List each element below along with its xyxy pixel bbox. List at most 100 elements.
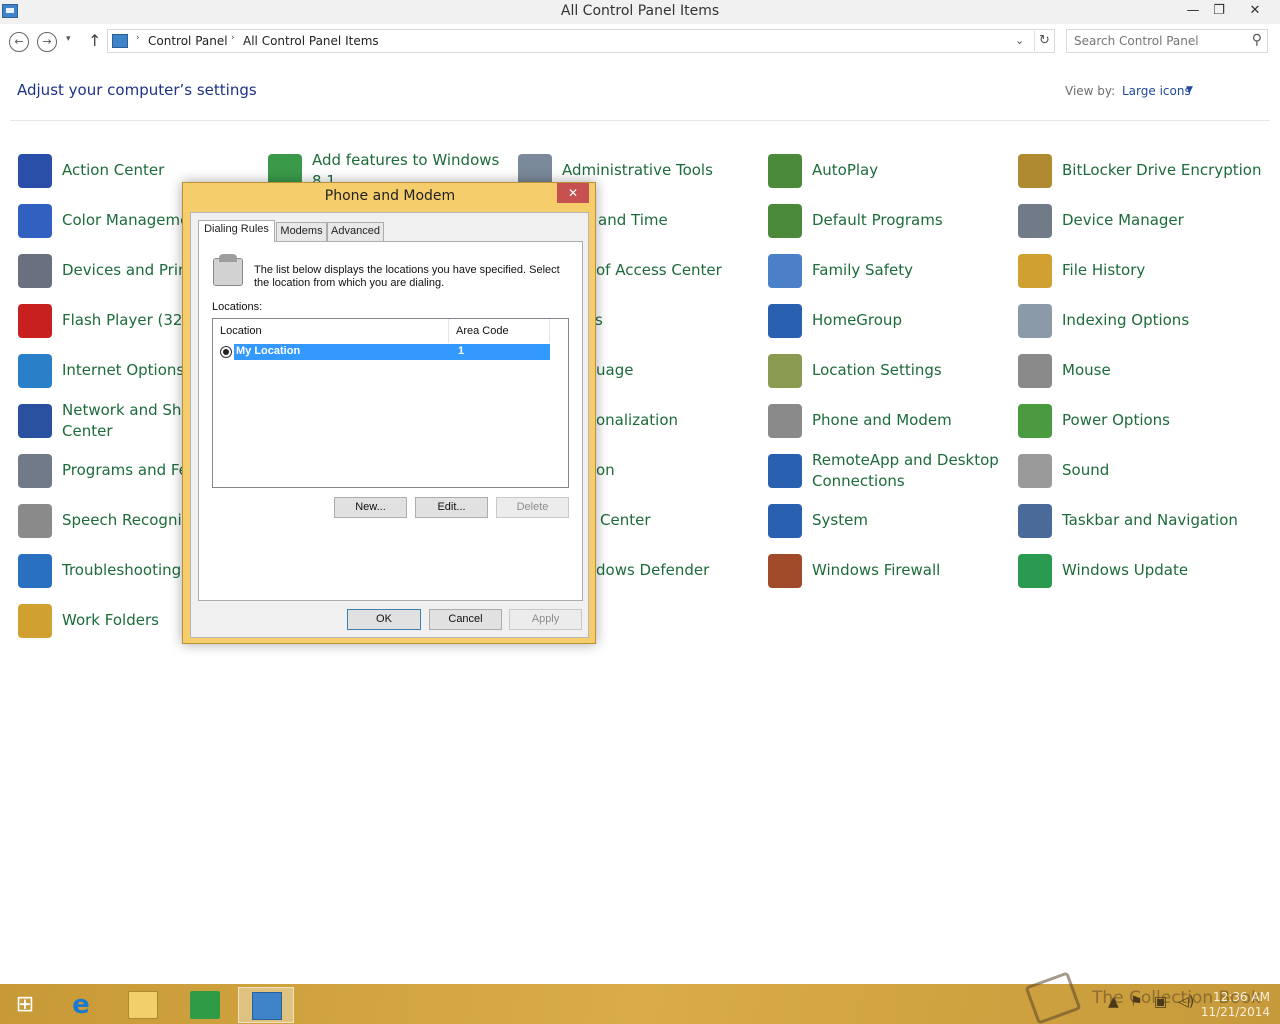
microphone-icon [18, 504, 52, 538]
internet-explorer-icon: e [72, 990, 90, 1020]
item-bitlocker[interactable]: BitLocker Drive Encryption [1018, 150, 1261, 194]
bitlocker-icon [1018, 154, 1052, 188]
windows-update-icon [1018, 554, 1052, 588]
title-bar: All Control Panel Items — ❐ ✕ [0, 0, 1280, 24]
item-default-programs[interactable]: Default Programs [768, 200, 1008, 244]
indexing-icon [1018, 304, 1052, 338]
taskbar-icon [1018, 504, 1052, 538]
caret-down-icon[interactable]: ▼ [1186, 85, 1193, 95]
view-by-label: View by: [1065, 84, 1116, 98]
dialog-title: Phone and Modem [324, 188, 456, 204]
divider [10, 120, 1270, 121]
back-button[interactable]: ← [9, 32, 29, 52]
default-programs-icon [768, 204, 802, 238]
family-safety-icon [768, 254, 802, 288]
phone-and-modem-dialog: Phone and Modem ✕ Dialing Rules Modems A… [182, 182, 596, 644]
recent-locations-dropdown[interactable]: ▾ [66, 34, 71, 44]
dialog-close-button[interactable]: ✕ [557, 183, 589, 203]
flag-icon [18, 154, 52, 188]
item-windows-update[interactable]: Windows Update [1018, 550, 1258, 594]
tab-dialing-rules[interactable]: Dialing Rules [198, 220, 275, 242]
device-manager-icon [1018, 204, 1052, 238]
item-homegroup[interactable]: HomeGroup [768, 300, 1008, 344]
item-mouse[interactable]: Mouse [1018, 350, 1258, 394]
firewall-icon [768, 554, 802, 588]
tab-advanced[interactable]: Advanced [327, 222, 384, 241]
troubleshooting-icon [18, 554, 52, 588]
column-header-location[interactable]: Location [213, 319, 449, 343]
item-device-manager[interactable]: Device Manager [1018, 200, 1258, 244]
item-indexing-options[interactable]: Indexing Options [1018, 300, 1258, 344]
control-panel-icon [252, 992, 282, 1020]
locations-label: Locations: [212, 301, 263, 313]
start-button[interactable]: ⊞ [0, 987, 50, 1023]
page-title: Adjust your computer’s settings [17, 81, 257, 99]
chevron-right-icon[interactable]: › [231, 33, 235, 43]
item-windows-firewall[interactable]: Windows Firewall [768, 550, 1008, 594]
item-family-safety[interactable]: Family Safety [768, 250, 1008, 294]
phone-icon [768, 404, 802, 438]
store-button[interactable] [180, 987, 230, 1023]
view-by-dropdown[interactable]: Large icons [1122, 84, 1191, 98]
network-icon[interactable]: ▣ [1154, 994, 1167, 1010]
system-icon [768, 504, 802, 538]
column-header-area-code[interactable]: Area Code [449, 319, 550, 343]
item-remoteapp[interactable]: RemoteApp and Desktop Connections [768, 450, 1008, 494]
printer-icon [18, 254, 52, 288]
locations-list[interactable]: Location Area Code My Location 1 [212, 318, 569, 488]
programs-icon [18, 454, 52, 488]
control-panel-icon [112, 34, 128, 48]
search-box[interactable]: ⚲ [1066, 29, 1268, 53]
forward-button[interactable]: → [37, 32, 57, 52]
item-autoplay[interactable]: AutoPlay [768, 150, 1008, 194]
file-explorer-button[interactable] [118, 987, 168, 1023]
work-folders-icon [18, 604, 52, 638]
item-file-history[interactable]: File History [1018, 250, 1258, 294]
description-text: The list below displays the locations yo… [254, 264, 560, 289]
flag-icon[interactable]: ⚑ [1130, 994, 1143, 1010]
new-button[interactable]: New... [334, 497, 407, 518]
refresh-button[interactable]: ↻ [1034, 31, 1054, 51]
restore-button[interactable]: ❐ [1204, 0, 1234, 22]
volume-icon[interactable]: ◁) [1178, 994, 1194, 1010]
cancel-button[interactable]: Cancel [429, 609, 502, 630]
apply-button[interactable]: Apply [509, 609, 582, 630]
control-panel-taskbar-button[interactable] [238, 987, 294, 1023]
breadcrumb-control-panel[interactable]: Control Panel [148, 34, 228, 48]
delete-button[interactable]: Delete [496, 497, 569, 518]
search-input[interactable] [1074, 34, 1244, 48]
up-button[interactable]: ↑ [88, 31, 101, 50]
chevron-down-icon[interactable]: ⌄ [1015, 34, 1024, 47]
breadcrumb-all-items[interactable]: All Control Panel Items [243, 34, 379, 48]
dialing-rules-panel: The list below displays the locations yo… [198, 241, 583, 601]
selected-location-radio[interactable] [220, 346, 232, 358]
item-taskbar-navigation[interactable]: Taskbar and Navigation [1018, 500, 1258, 544]
search-icon[interactable]: ⚲ [1252, 32, 1262, 48]
item-location-settings[interactable]: Location Settings [768, 350, 1008, 394]
tab-modems[interactable]: Modems [276, 222, 327, 241]
taskbar: ⊞ e [0, 984, 1280, 1024]
address-bar[interactable]: › Control Panel › All Control Panel Item… [107, 29, 1055, 53]
clock-date: 11/21/2014 [1200, 1005, 1270, 1019]
autoplay-icon [768, 154, 802, 188]
clock[interactable]: 12:36 AM 11/21/2014 [1200, 990, 1270, 1020]
item-phone-and-modem[interactable]: Phone and Modem [768, 400, 1008, 444]
ok-button[interactable]: OK [347, 609, 421, 630]
start-icon: ⊞ [15, 992, 35, 1017]
internet-options-icon [18, 354, 52, 388]
show-hidden-icons[interactable]: ▲ [1108, 994, 1119, 1010]
sound-icon [1018, 454, 1052, 488]
chevron-right-icon[interactable]: › [136, 33, 140, 43]
close-button[interactable]: ✕ [1240, 0, 1270, 22]
location-name: My Location [236, 345, 301, 357]
edit-button[interactable]: Edit... [415, 497, 488, 518]
item-system[interactable]: System [768, 500, 1008, 544]
internet-explorer-button[interactable]: e [56, 987, 106, 1023]
item-power-options[interactable]: Power Options [1018, 400, 1258, 444]
location-icon [768, 354, 802, 388]
list-item[interactable]: My Location 1 [234, 344, 550, 360]
item-sound[interactable]: Sound [1018, 450, 1258, 494]
remoteapp-icon [768, 454, 802, 488]
navigation-bar: ← → ▾ ↑ › Control Panel › All Control Pa… [0, 26, 1280, 56]
phone-icon [213, 254, 243, 286]
